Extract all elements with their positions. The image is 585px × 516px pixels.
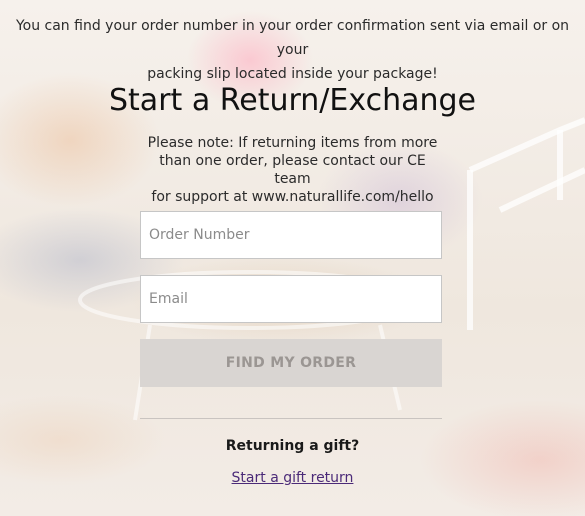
order-number-input[interactable] xyxy=(140,211,442,259)
order-number-help-text: You can find your order number in your o… xyxy=(0,14,585,86)
find-my-order-button[interactable]: FIND MY ORDER xyxy=(140,339,442,387)
divider xyxy=(140,418,442,419)
return-page: You can find your order number in your o… xyxy=(0,0,585,516)
note-line: than one order, please contact our CE te… xyxy=(159,153,426,187)
start-gift-return-link[interactable]: Start a gift return xyxy=(0,470,585,486)
note-line: Please note: If returning items from mor… xyxy=(147,135,438,151)
gift-return-question: Returning a gift? xyxy=(225,438,360,454)
email-input[interactable] xyxy=(140,275,442,323)
multi-order-note: Please note: If returning items from mor… xyxy=(142,134,443,206)
page-title: Start a Return/Exchange xyxy=(109,83,476,118)
note-line: for support at www.naturallife.com/hello xyxy=(151,189,434,205)
return-form-panel: You can find your order number in your o… xyxy=(0,0,585,516)
help-text-line: You can find your order number in your o… xyxy=(15,18,570,58)
